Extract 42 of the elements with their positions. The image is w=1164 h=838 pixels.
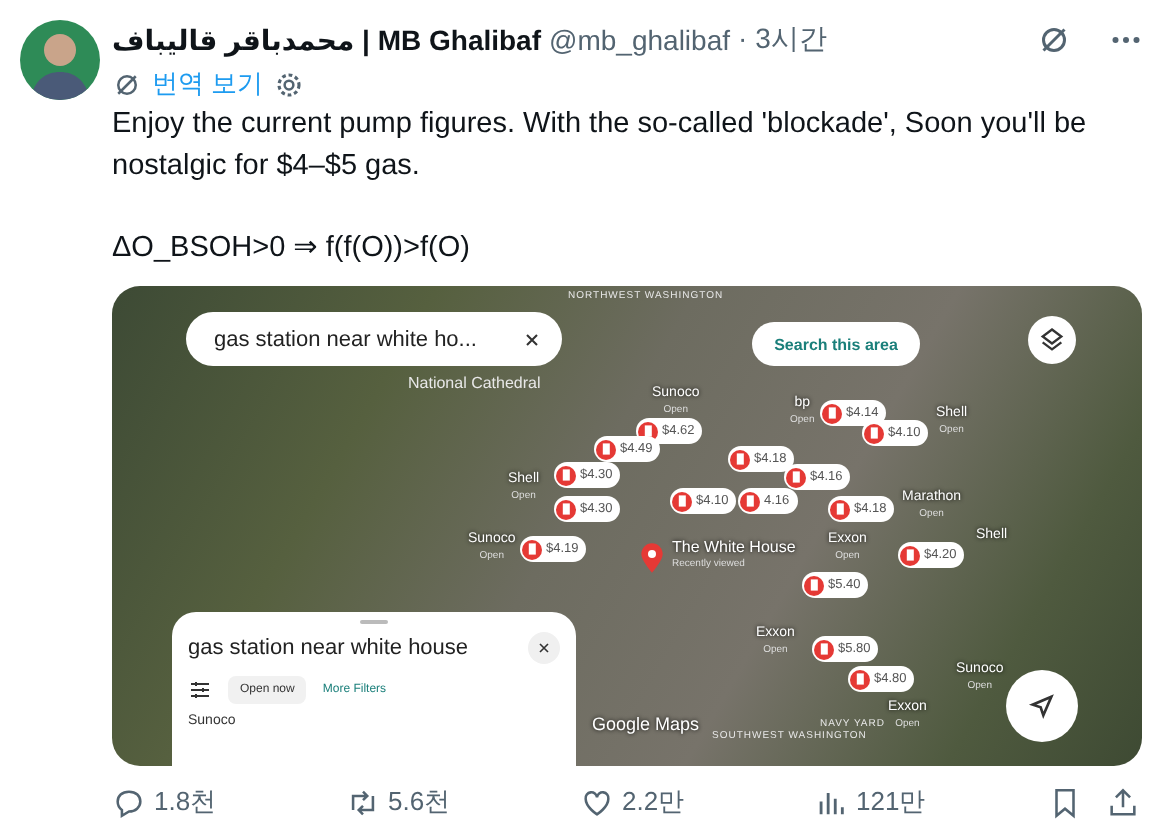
share-icon[interactable] <box>1106 785 1140 819</box>
avatar-silhouette[interactable] <box>20 20 100 100</box>
fuel-icon <box>814 639 834 659</box>
map-area-label: National Cathedral <box>408 374 541 392</box>
view-count[interactable]: 121만 <box>856 784 926 820</box>
sheet-title: gas station near white house <box>188 636 469 660</box>
author-handle[interactable]: @mb_ghalibaf <box>549 24 731 56</box>
fuel-icon <box>522 539 542 559</box>
fuel-icon <box>556 465 576 485</box>
layers-icon[interactable] <box>1028 316 1076 364</box>
search-field[interactable]: gas station near white ho... <box>186 312 562 366</box>
repost-count[interactable]: 5.6천 <box>388 784 451 820</box>
author-name[interactable]: محمدباقر قالیباف | MB Ghalibaf <box>112 23 542 57</box>
google-maps-logo: Google Maps <box>592 714 700 734</box>
filter-icon[interactable] <box>188 678 212 702</box>
reply-count[interactable]: 1.8천 <box>154 784 217 820</box>
search-area-button[interactable]: Search this area <box>752 322 920 366</box>
map-marker-icon[interactable] <box>636 538 668 578</box>
repost-icon[interactable] <box>346 785 380 819</box>
landmark-name: The White House <box>672 540 796 556</box>
fuel-icon <box>786 467 806 487</box>
heart-icon[interactable] <box>580 785 614 819</box>
fuel-icon <box>672 491 692 511</box>
fuel-icon <box>850 669 870 689</box>
post-text: Enjoy the current pump figures. With the so-called 'blockade', Soon you'll be nostalgic for $4–$5 gas. <box>112 106 1089 186</box>
close-icon[interactable] <box>522 329 542 349</box>
locate-icon[interactable] <box>1006 670 1078 742</box>
fuel-icon <box>596 439 616 459</box>
settings-icon[interactable] <box>273 69 304 99</box>
fuel-icon <box>730 449 750 469</box>
fuel-icon <box>900 545 920 565</box>
fuel-icon <box>822 403 842 423</box>
fuel-icon <box>556 499 576 519</box>
fuel-icon <box>804 575 824 595</box>
post-text: ΔO_BSOH>0 ⇒ f(f(O))>f(O) <box>112 230 472 268</box>
reply-icon[interactable] <box>112 785 146 819</box>
fuel-icon <box>864 423 884 443</box>
fuel-icon <box>740 491 760 511</box>
post-time[interactable]: · 3시간 <box>738 22 827 58</box>
fuel-icon <box>830 499 850 519</box>
drag-handle[interactable] <box>360 620 388 624</box>
like-count[interactable]: 2.2만 <box>622 784 685 820</box>
